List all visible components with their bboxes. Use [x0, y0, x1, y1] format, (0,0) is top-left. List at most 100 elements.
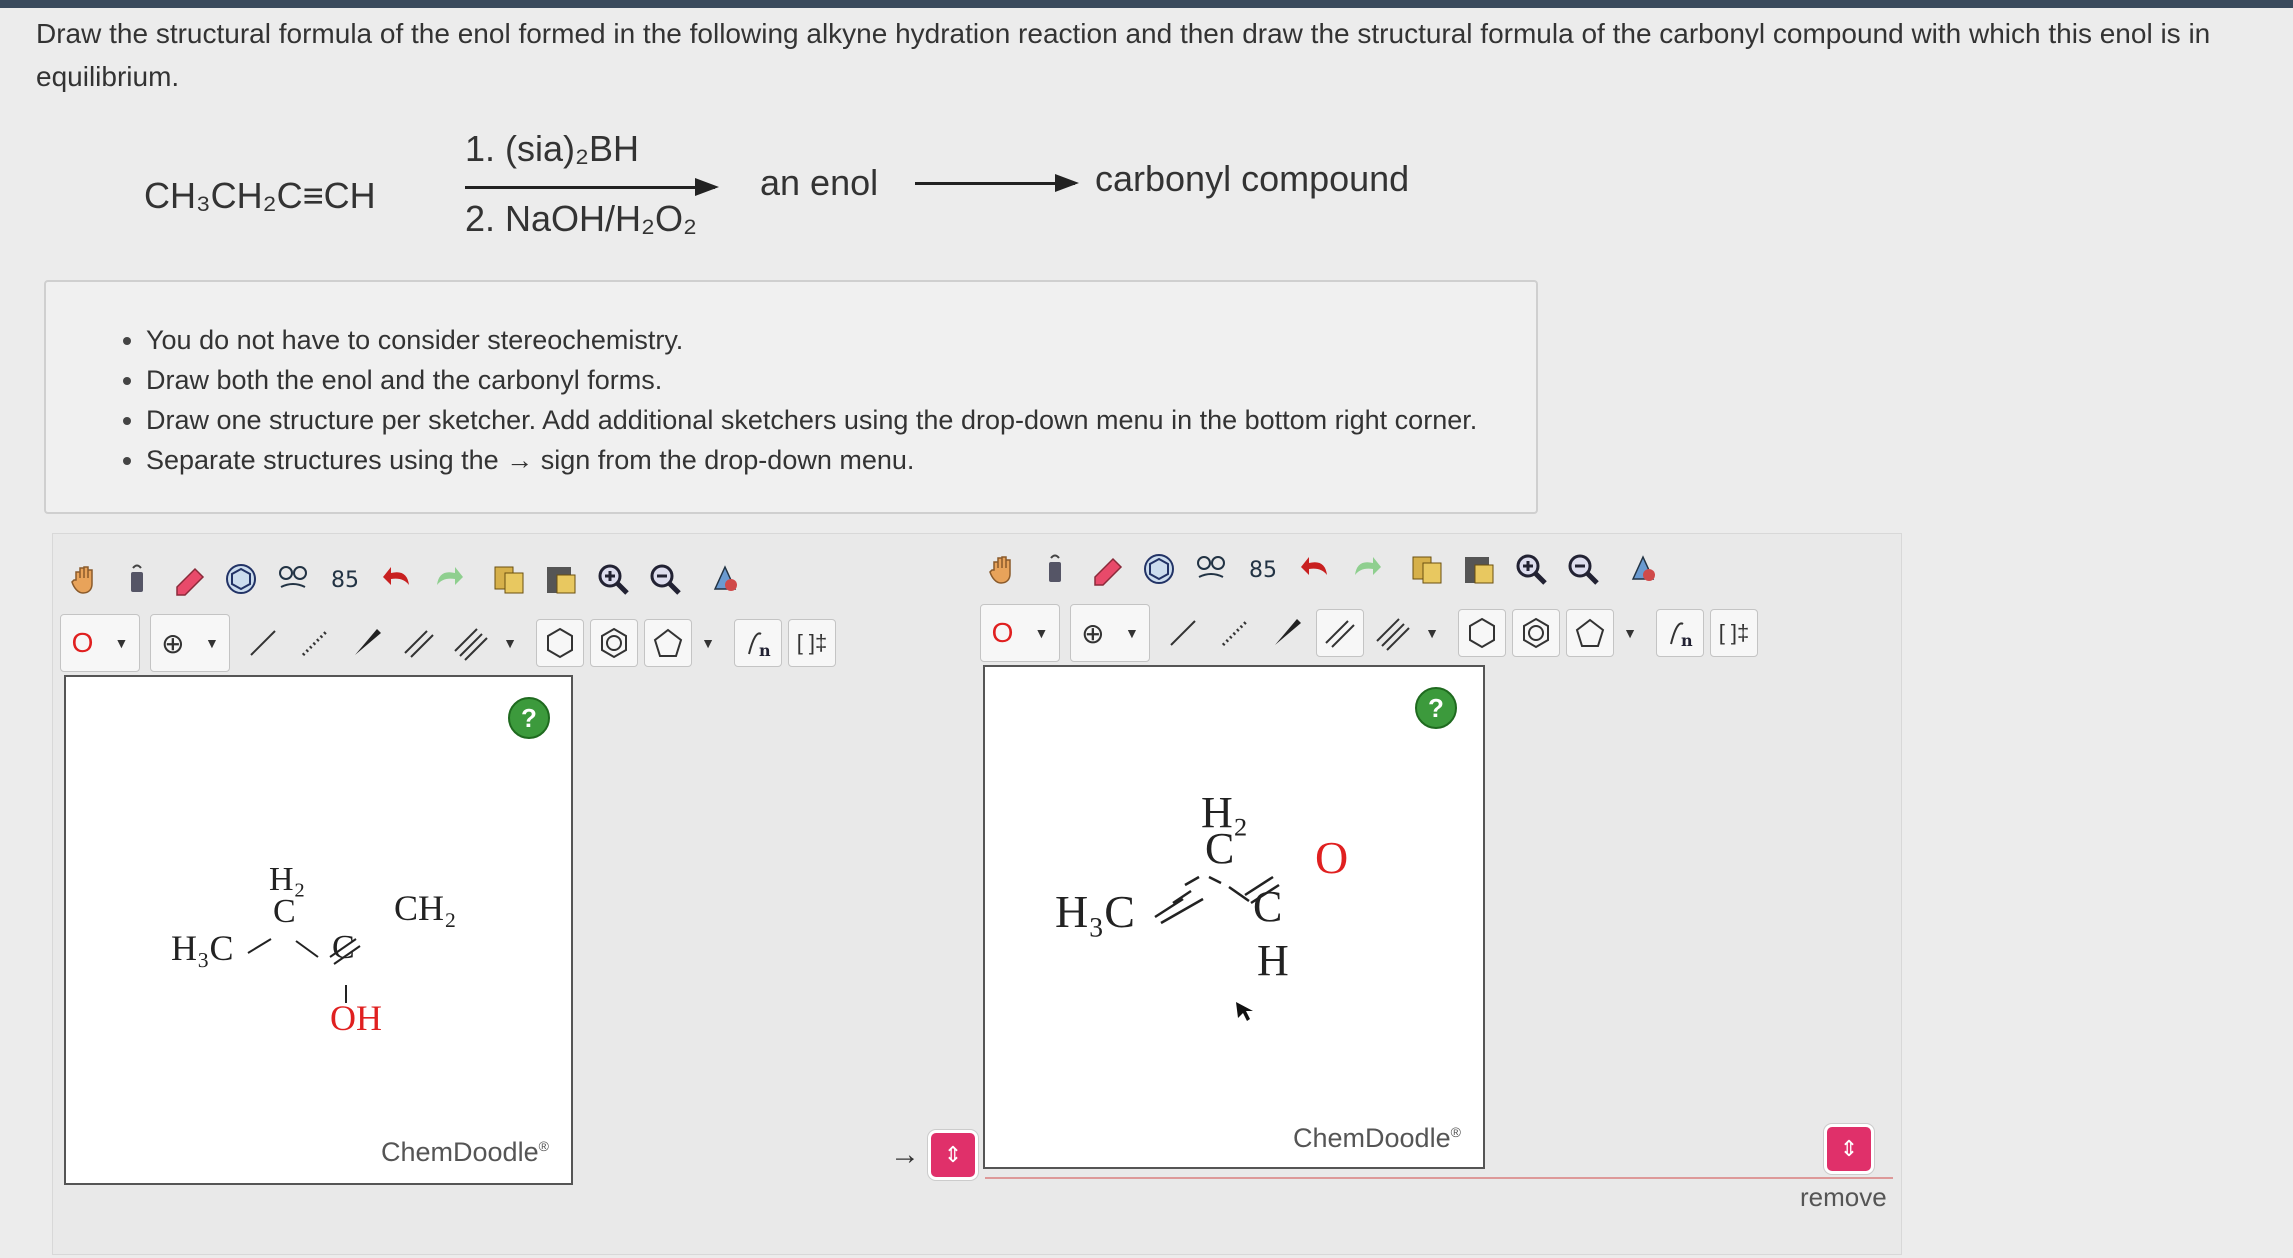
zoom-out-icon[interactable]: [642, 556, 688, 602]
benzene-icon[interactable]: [590, 619, 638, 667]
chevron-down-icon[interactable]: ▼: [1620, 610, 1640, 656]
carbonyl-h: H: [1257, 936, 1289, 985]
repeat-unit-icon[interactable]: n: [734, 619, 782, 667]
clean-icon[interactable]: [702, 556, 748, 602]
undo-icon[interactable]: [1292, 546, 1338, 592]
enol-oh: OH: [330, 998, 382, 1038]
hand-icon[interactable]: [980, 546, 1026, 592]
reactant: CH₃CH₂C≡CH: [144, 175, 376, 216]
enol-c1: C: [273, 893, 296, 930]
charge-dropdown[interactable]: ⊕ ▼: [150, 614, 230, 672]
chevron-down-icon[interactable]: ▼: [698, 620, 718, 666]
copy-icon[interactable]: [486, 556, 532, 602]
reagent-2: 2. NaOH/H₂O₂: [465, 198, 697, 239]
cyclopentane-icon[interactable]: [1566, 609, 1614, 657]
hashed-bond-icon[interactable]: [292, 620, 338, 666]
copy-icon[interactable]: [1404, 546, 1450, 592]
zoom-out-icon[interactable]: [1560, 546, 1606, 592]
sketcher2-canvas[interactable]: ? H₃C H₂ C C O H ChemDoodle®: [983, 665, 1485, 1169]
divider-line: [985, 1177, 1893, 1179]
double-bond-icon[interactable]: [396, 620, 442, 666]
chevron-down-icon[interactable]: ▼: [1422, 610, 1442, 656]
updown-icon[interactable]: ⇕: [1824, 1124, 1874, 1174]
zoom-in-icon[interactable]: [590, 556, 636, 602]
triple-bond-icon[interactable]: [1370, 610, 1416, 656]
instruction-item: You do not have to consider stereochemis…: [146, 320, 1536, 360]
atom-dropdown[interactable]: O ▼: [60, 614, 140, 672]
charge-label: ⊕: [1081, 617, 1105, 649]
instruction-item: Draw one structure per sketcher. Add add…: [146, 400, 1536, 440]
chevron-down-icon: ▼: [114, 635, 129, 651]
enol-c2: C: [332, 929, 355, 966]
cyclohexane-icon[interactable]: [1458, 609, 1506, 657]
carbonyl-h3c: H₃C: [1055, 886, 1135, 937]
updown-icon[interactable]: ⇕: [928, 1130, 978, 1180]
brand-text: ChemDoodle: [1293, 1123, 1451, 1153]
redo-icon[interactable]: [1344, 546, 1390, 592]
charge-dropdown[interactable]: ⊕ ▼: [1070, 604, 1150, 662]
chain-template-icon[interactable]: 85: [322, 556, 368, 602]
reaction-arrow-2: [915, 174, 1079, 192]
lasso-icon[interactable]: [114, 556, 160, 602]
cursor-icon: [1236, 1002, 1253, 1021]
remove-link[interactable]: remove: [1800, 1182, 1887, 1213]
triple-bond-icon[interactable]: [448, 620, 494, 666]
arrow-symbol: →: [890, 1138, 920, 1171]
instruction-item: Separate structures using the → sign fro…: [146, 440, 1536, 480]
bracket-template-icon[interactable]: [ ]‡: [788, 619, 836, 667]
atom-dropdown[interactable]: O ▼: [980, 604, 1060, 662]
eraser-icon[interactable]: [166, 556, 212, 602]
ring-template-icon[interactable]: [1136, 546, 1182, 592]
eraser-icon[interactable]: [1084, 546, 1130, 592]
sketcher1-canvas[interactable]: ? H₃C H₂ C C CH₂ OH ChemDoodle®: [64, 675, 573, 1185]
wedge-bond-icon[interactable]: [344, 620, 390, 666]
enol-structure-bonds: [247, 938, 361, 1003]
repeat-unit-icon[interactable]: n: [1656, 609, 1704, 657]
brand-mark: ®: [538, 1138, 549, 1154]
undo-icon[interactable]: [374, 556, 420, 602]
chemdoodle-brand: ChemDoodle®: [381, 1137, 549, 1168]
carbonyl-c1: C: [1205, 824, 1235, 873]
sketcher1-toolbar-bottom: O ▼ ⊕ ▼ ▼ ▼ n [ ]‡: [60, 614, 842, 672]
hand-icon[interactable]: [62, 556, 108, 602]
carbonyl-c2: C: [1253, 882, 1283, 931]
product-label: carbonyl compound: [1095, 158, 1410, 199]
wedge-bond-icon[interactable]: [1264, 610, 1310, 656]
lasso-icon[interactable]: [1032, 546, 1078, 592]
redo-icon[interactable]: [426, 556, 472, 602]
charge-label: ⊕: [161, 627, 185, 659]
sketcher2-toolbar-bottom: O ▼ ⊕ ▼ ▼ ▼ n [ ]‡: [980, 604, 1764, 662]
bracket-template-icon[interactable]: [ ]‡: [1710, 609, 1758, 657]
sketcher1-toolbar-top: 85: [62, 556, 754, 602]
zoom-in-icon[interactable]: [1508, 546, 1554, 592]
single-bond-icon[interactable]: [1160, 610, 1206, 656]
cyclohexane-icon[interactable]: [536, 619, 584, 667]
ring-template-icon[interactable]: [218, 556, 264, 602]
sugar-template-icon[interactable]: [270, 556, 316, 602]
instructions-box: You do not have to consider stereochemis…: [44, 280, 1538, 514]
brand-mark: ®: [1450, 1124, 1461, 1140]
hashed-bond-icon[interactable]: [1212, 610, 1258, 656]
sugar-template-icon[interactable]: [1188, 546, 1234, 592]
reaction-arrow-1: [465, 178, 719, 196]
svg-text:85: 85: [1249, 558, 1277, 583]
chain-template-icon[interactable]: 85: [1240, 546, 1286, 592]
separator-select[interactable]: → ⇕: [890, 1130, 978, 1180]
chevron-down-icon: ▼: [204, 635, 219, 651]
chevron-down-icon[interactable]: ▼: [500, 620, 520, 666]
top-bar: [0, 0, 2293, 8]
cyclopentane-icon[interactable]: [644, 619, 692, 667]
paste-icon[interactable]: [1456, 546, 1502, 592]
question-text: Draw the structural formula of the enol …: [36, 18, 2211, 92]
clean-icon[interactable]: [1620, 546, 1666, 592]
benzene-icon[interactable]: [1512, 609, 1560, 657]
brand-text: ChemDoodle: [381, 1137, 539, 1167]
atom-label: O: [71, 627, 94, 658]
paste-icon[interactable]: [538, 556, 584, 602]
intermediate-label: an enol: [760, 162, 879, 203]
double-bond-icon[interactable]: [1316, 609, 1364, 657]
instruction-item: Draw both the enol and the carbonyl form…: [146, 360, 1536, 400]
single-bond-icon[interactable]: [240, 620, 286, 666]
svg-text:n: n: [1681, 631, 1693, 650]
atom-label: O: [991, 617, 1014, 648]
